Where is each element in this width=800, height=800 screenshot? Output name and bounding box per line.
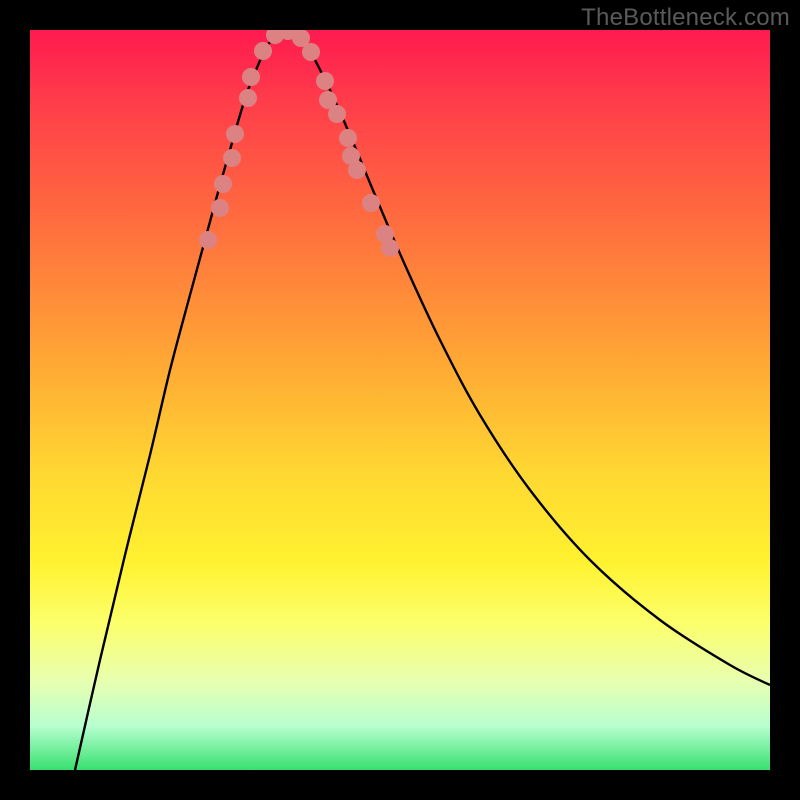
pink-marker: [328, 105, 346, 123]
pink-marker: [226, 125, 244, 143]
bottleneck-curve: [75, 32, 770, 770]
pink-marker-group: [199, 30, 399, 257]
pink-marker: [242, 68, 260, 86]
pink-marker: [211, 199, 229, 217]
pink-marker: [339, 129, 357, 147]
pink-marker: [214, 175, 232, 193]
pink-marker: [362, 194, 380, 212]
chart-svg: [30, 30, 770, 770]
pink-marker: [302, 43, 320, 61]
pink-marker: [239, 89, 257, 107]
pink-marker: [316, 72, 334, 90]
pink-marker: [348, 161, 366, 179]
plot-area: [30, 30, 770, 770]
outer-frame: TheBottleneck.com: [0, 0, 800, 800]
watermark-text: TheBottleneck.com: [581, 4, 790, 32]
pink-marker: [254, 42, 272, 60]
pink-marker: [223, 149, 241, 167]
pink-marker: [381, 239, 399, 257]
pink-marker: [199, 231, 217, 249]
